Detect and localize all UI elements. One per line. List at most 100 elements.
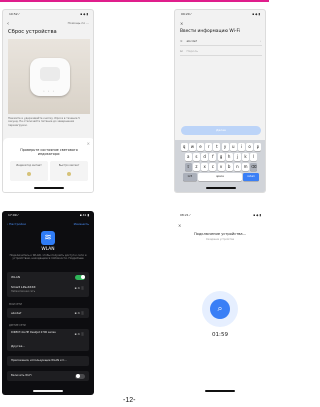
status-bar: 17:09 ⁄ ▪ 41 ▮ [2, 211, 94, 220]
page-title: Подключение устройства... [193, 232, 247, 236]
close-icon[interactable]: × [87, 141, 90, 146]
signal-icon[interactable]: ▪ ≋ ⓘ [75, 311, 84, 315]
other-networks-label: ДРУГИЕ СЕТИ [9, 324, 26, 327]
option-label: Индикатор мигает [16, 164, 42, 167]
screen-wlan-settings: 17:09 ⁄ ▪ 41 ▮ ‹ Настройки Изменить ≋ WL… [2, 211, 94, 395]
status-bar: 08:21 ⁄ ▪ ◆ ▮ [174, 211, 266, 220]
sheet-question: Проверьте состояние светового индикатора… [20, 148, 78, 157]
other-network-row[interactable]: Другая... [11, 344, 25, 348]
key[interactable]: t [213, 143, 221, 151]
close-icon[interactable]: × [180, 21, 183, 26]
key[interactable]: r [205, 143, 213, 151]
my-networks-card: abcdef ▪ ≋ ⓘ [7, 308, 89, 318]
autojoin-label: Включить Wi-Fi [11, 374, 32, 377]
option-slow-blink[interactable]: Индикатор мигает [10, 161, 48, 181]
lock-icon: ⊡ [180, 49, 183, 53]
key[interactable]: p [254, 143, 262, 151]
key[interactable]: o [246, 143, 254, 151]
led-icon [27, 172, 31, 176]
led-icon [67, 172, 71, 176]
network-row[interactable]: DIRECT-4A-HP DeskJet 2700 series [11, 331, 71, 334]
top-accent-line [0, 0, 269, 2]
key[interactable]: j [233, 153, 241, 161]
key[interactable]: z [192, 163, 200, 171]
my-networks-label: МОИ СЕТИ [9, 303, 22, 306]
status-icons: ▪ ◆ ▮ [253, 213, 261, 217]
chevron-right-icon[interactable]: › [260, 37, 261, 45]
key[interactable]: v [217, 163, 225, 171]
home-indicator [205, 390, 235, 392]
status-icons: ▪ ◆ ▮ [252, 12, 260, 16]
edit-link[interactable]: Изменить [74, 222, 89, 226]
status-time: 09:20 ⁄ [181, 12, 192, 16]
password-field[interactable]: ⊡ Пароль [180, 47, 262, 56]
help-link[interactable]: Помощь по ... [68, 21, 89, 25]
wifi-icon: ≋ [41, 231, 55, 245]
key[interactable]: h [225, 153, 233, 161]
network-row[interactable]: abcdef [11, 311, 21, 315]
key[interactable]: c [209, 163, 217, 171]
wlan-description: Подключитесь к WLAN, чтобы получить дост… [9, 254, 87, 261]
key[interactable]: f [209, 153, 217, 161]
wlan-toggle[interactable] [75, 274, 85, 280]
password-placeholder: Пароль [186, 49, 199, 53]
close-icon[interactable]: × [178, 223, 181, 228]
status-icons: ▪ ◆ ▮ [80, 12, 88, 16]
autojoin-toggle[interactable] [75, 373, 85, 379]
key[interactable]: x [201, 163, 209, 171]
key[interactable]: u [229, 143, 237, 151]
keyboard: qwertyuiop asdfghjkl ⇧ z x c v b n m ⌫ 123 space r… [175, 140, 265, 192]
status-icons: ▪ 41 ▮ [79, 213, 89, 217]
apps-card[interactable]: Приложения, использующие WLAN и С... [7, 356, 89, 366]
key[interactable]: e [197, 143, 205, 151]
key[interactable]: q [180, 143, 188, 151]
autojoin-card: Включить Wi-Fi [7, 371, 89, 381]
key[interactable]: m [242, 163, 250, 171]
key[interactable]: g [217, 153, 225, 161]
screen-connecting: 08:21 ⁄ ▪ ◆ ▮ × Подключение устройства..… [174, 211, 266, 395]
status-bar: 10:52 ⁄ ▪ ◆ ▮ [3, 10, 93, 19]
back-icon[interactable]: ‹ [7, 21, 9, 27]
key[interactable]: k [242, 153, 250, 161]
countdown-timer: 01:59 [211, 332, 229, 338]
option-fast-blink[interactable]: Быстро мигает [50, 161, 88, 181]
current-network[interactable]: Smart Life-XXXX [11, 285, 36, 289]
network-field[interactable]: ≋ abcdef › [180, 37, 262, 46]
key[interactable]: w [188, 143, 196, 151]
key[interactable]: a [184, 153, 192, 161]
status-time: 17:09 ⁄ [8, 213, 19, 217]
next-button[interactable]: Далее [181, 126, 261, 135]
screen-device-reset: 10:52 ⁄ ▪ ◆ ▮ ‹ Помощь по ... Сброс устр… [2, 9, 94, 193]
keyboard-row-4: 123 space return [175, 173, 265, 192]
backspace-key[interactable]: ⌫ [250, 163, 258, 171]
key[interactable]: l [250, 153, 258, 161]
space-key[interactable]: space [198, 173, 242, 181]
router-photo: • • • [8, 39, 90, 114]
screen-wifi-info: 09:20 ⁄ ▪ ◆ ▮ × Ввести информацию Wi-Fi … [174, 9, 266, 193]
key[interactable]: d [201, 153, 209, 161]
back-link[interactable]: ‹ Настройки [7, 222, 26, 226]
router-image: • • • [30, 58, 70, 96]
key[interactable]: n [233, 163, 241, 171]
page-subtitle: Ожидание устройства [205, 238, 235, 241]
apps-using-wlan: Приложения, использующие WLAN и С... [11, 359, 67, 362]
key[interactable]: b [225, 163, 233, 171]
home-indicator [206, 187, 236, 189]
key[interactable]: y [221, 143, 229, 151]
reset-description: Нажмите и удерживайте кнопку сброса в те… [8, 117, 80, 127]
signal-icon[interactable]: ▪ ≋ ⓘ [75, 332, 84, 336]
option-label: Быстро мигает [58, 164, 80, 167]
current-network-status: Небезопасная сеть [11, 290, 36, 293]
home-indicator [34, 187, 64, 189]
network-value: abcdef [186, 39, 197, 43]
signal-icon[interactable]: ▪ ≋ ⓘ [75, 286, 84, 290]
shift-key[interactable]: ⇧ [184, 163, 192, 171]
key[interactable]: i [237, 143, 245, 151]
numbers-key[interactable]: 123 [182, 173, 197, 181]
key[interactable]: s [192, 153, 200, 161]
router-panel [40, 67, 60, 81]
status-time: 08:21 ⁄ [180, 213, 191, 217]
other-networks-card: DIRECT-4A-HP DeskJet 2700 series ▪ ≋ ⓘ Д… [7, 329, 89, 351]
status-time: 10:52 ⁄ [9, 12, 20, 16]
return-key[interactable]: return [243, 173, 260, 181]
